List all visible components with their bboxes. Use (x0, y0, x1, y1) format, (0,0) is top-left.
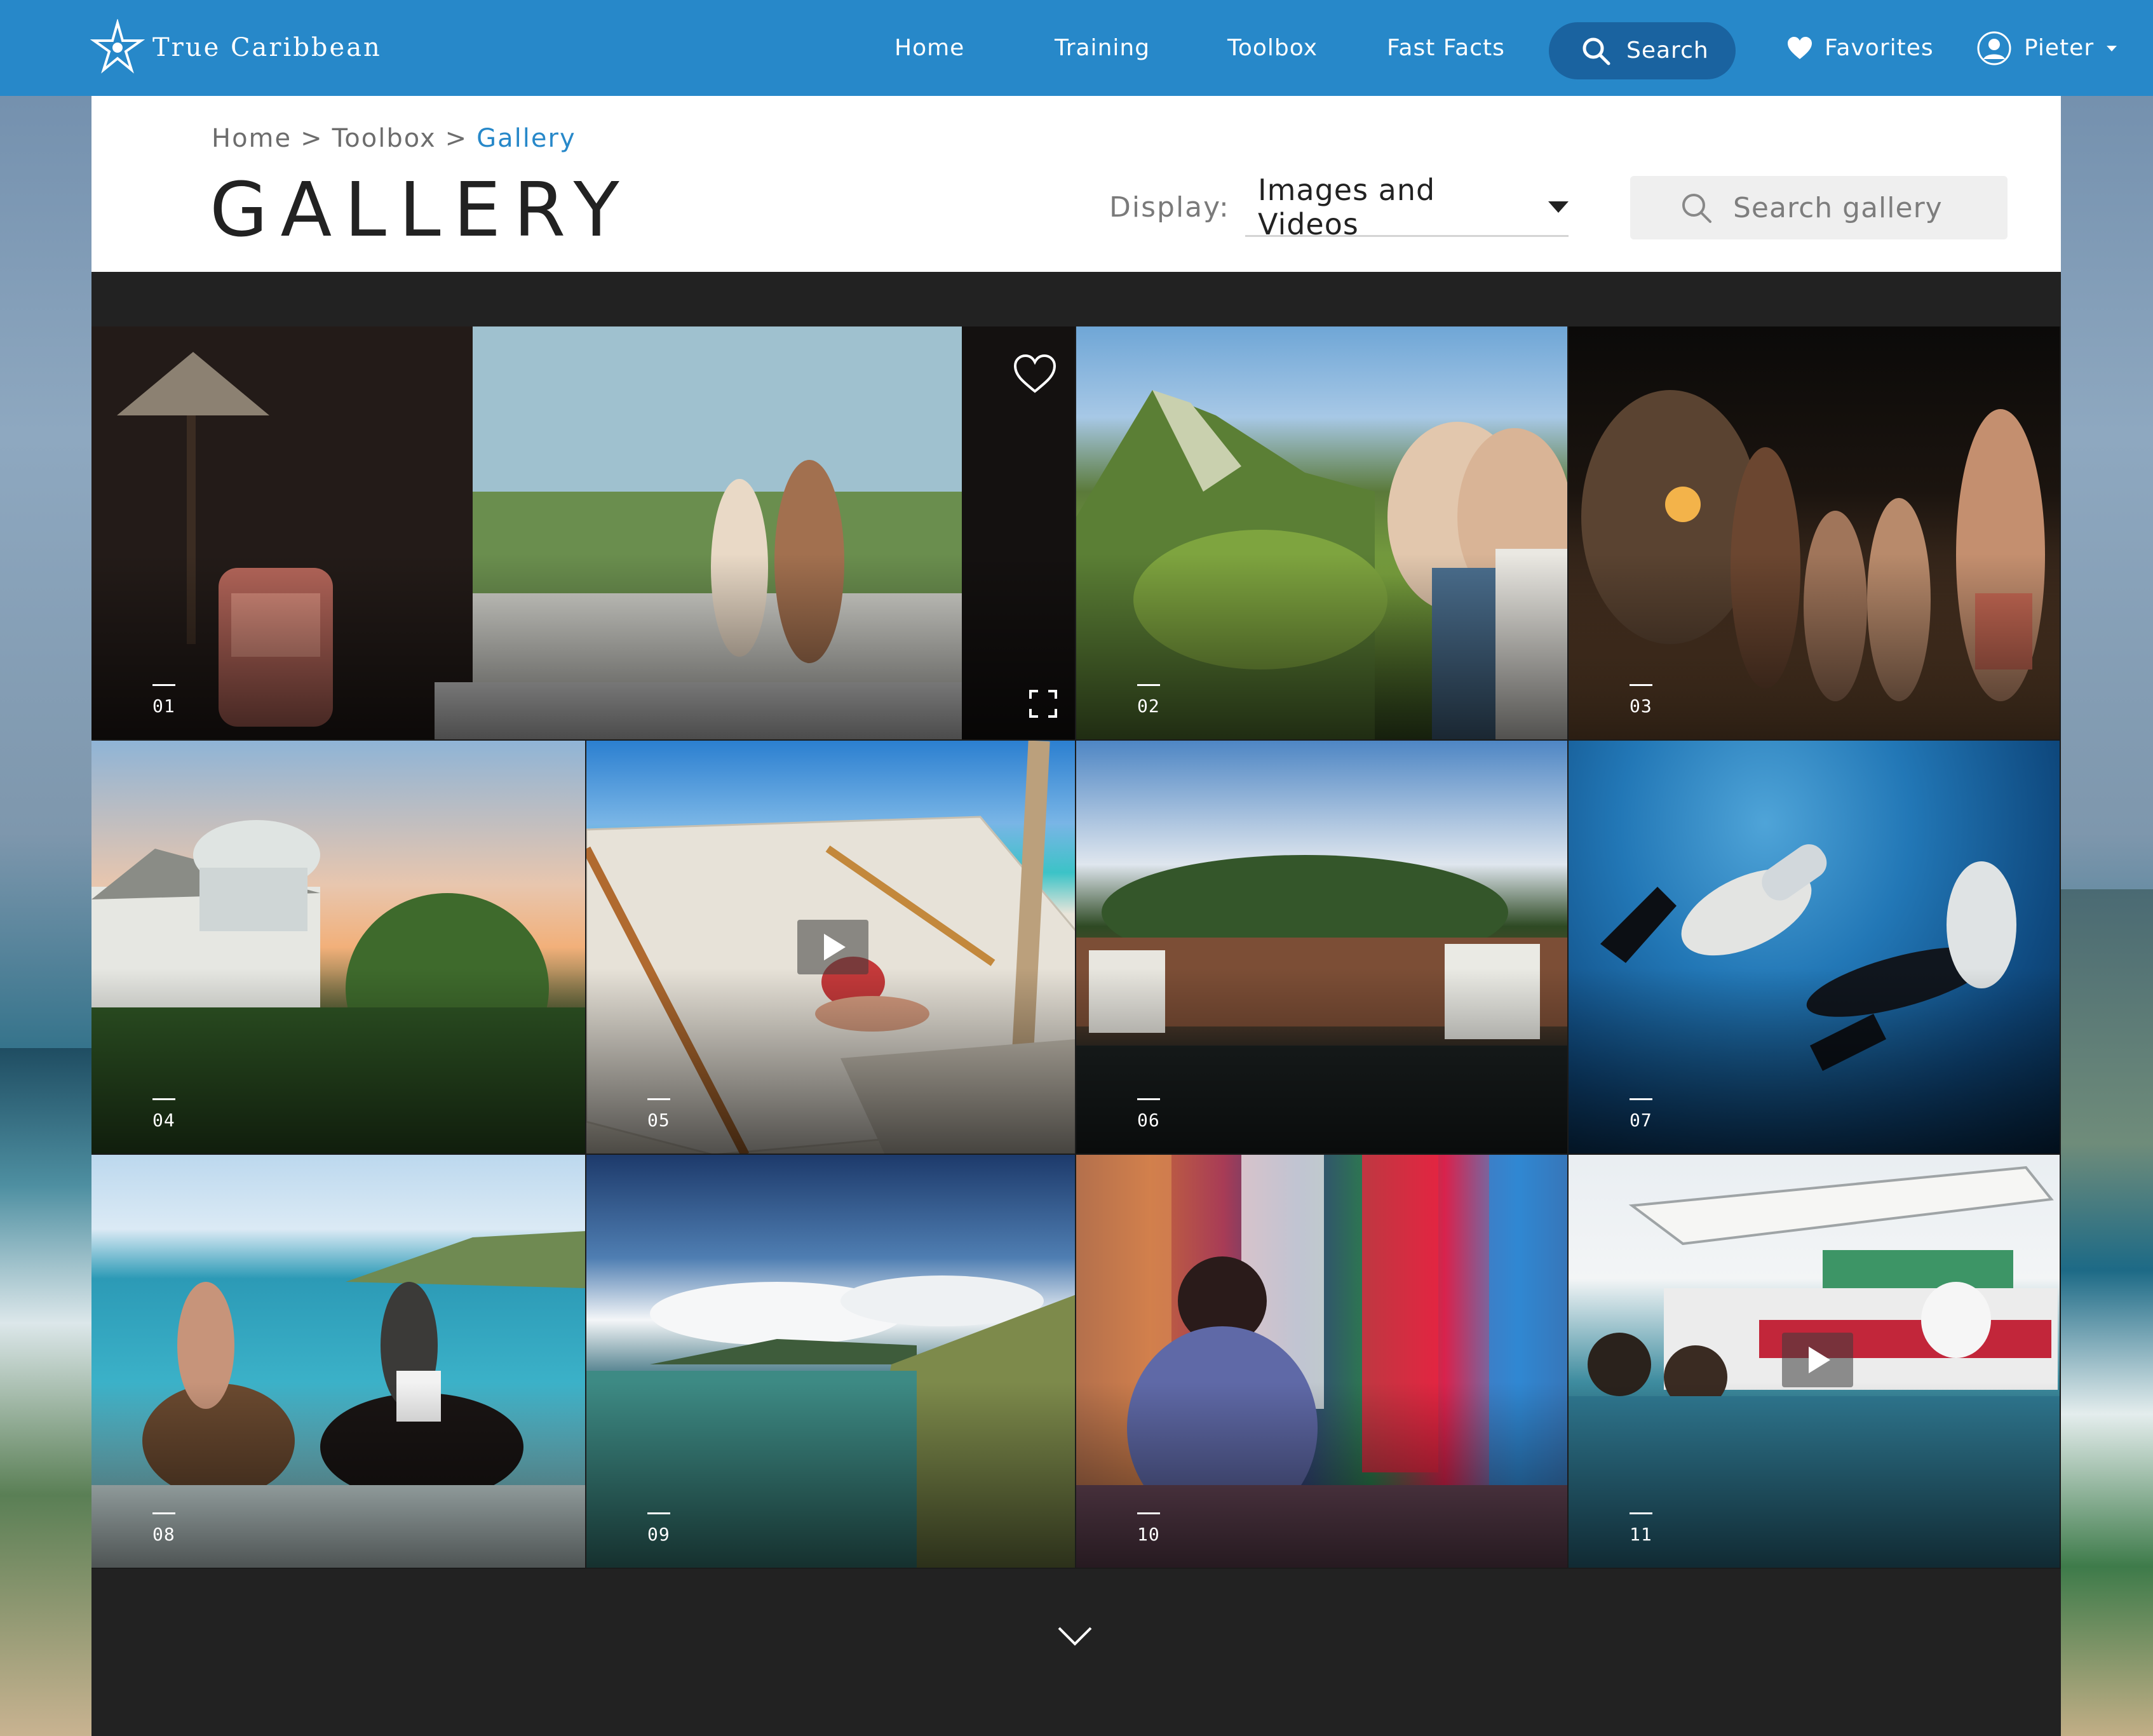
breadcrumb-toolbox[interactable]: Toolbox (332, 124, 436, 153)
play-icon[interactable] (797, 920, 868, 974)
tile-number: 02 (1137, 684, 1160, 717)
tile-number: 07 (1630, 1098, 1652, 1131)
nav-training[interactable]: Training (1055, 25, 1150, 71)
nav-fast-facts[interactable]: Fast Facts (1387, 25, 1505, 71)
tile-number: 09 (647, 1512, 670, 1545)
tile-number: 05 (647, 1098, 670, 1131)
expand-icon[interactable] (1029, 690, 1057, 718)
gallery-header-panel: Home > Toolbox > Gallery GALLERY Display: Im… (91, 96, 2061, 272)
gallery-tile[interactable]: 03 (1569, 326, 2061, 741)
top-navigation-bar: True Caribbean Home Training Toolbox Fas… (0, 0, 2153, 96)
display-filter-dropdown[interactable]: Images and Videos (1245, 173, 1569, 241)
logo-star-icon (90, 19, 145, 74)
tile-gradient-overlay (91, 553, 1075, 739)
heart-icon (1788, 37, 1812, 59)
breadcrumb-current: Gallery (476, 124, 576, 153)
user-menu[interactable]: Pieter (1977, 25, 2117, 71)
gallery-tile[interactable]: 06 (1076, 741, 1569, 1155)
heart-icon[interactable] (1013, 353, 1057, 394)
display-filter-label: Display: (1109, 191, 1230, 224)
nav-search-button[interactable]: Search (1549, 22, 1736, 79)
tile-number: 04 (152, 1098, 175, 1131)
breadcrumb-separator: > (445, 124, 468, 153)
user-name: Pieter (2024, 35, 2095, 61)
play-icon[interactable] (1782, 1333, 1853, 1387)
tile-number: 01 (152, 684, 175, 717)
breadcrumb-separator: > (300, 124, 323, 153)
gallery-tile[interactable]: 04 (91, 741, 586, 1155)
background-scenery-left (0, 1048, 95, 1736)
tile-number: 08 (152, 1512, 175, 1545)
nav-search-label: Search (1626, 37, 1709, 64)
background-scenery-right (2058, 889, 2153, 1736)
tile-number: 10 (1137, 1512, 1160, 1545)
page-title: GALLERY (210, 166, 632, 253)
nav-favorites[interactable]: Favorites (1786, 25, 1934, 71)
search-icon (1682, 194, 1711, 223)
display-filter-value: Images and Videos (1258, 172, 1436, 241)
tile-number: 06 (1137, 1098, 1160, 1131)
gallery-search-input[interactable] (1733, 191, 2000, 224)
caret-down-icon (1548, 201, 1569, 213)
gallery-tile[interactable]: 10 (1076, 1155, 1569, 1569)
brand-name: True Caribbean (152, 33, 382, 62)
nav-favorites-label: Favorites (1825, 35, 1934, 61)
gallery-search-box[interactable] (1630, 176, 2008, 239)
gallery-tile[interactable]: 08 (91, 1155, 586, 1569)
caret-down-icon (2107, 45, 2117, 51)
gallery-tile[interactable]: 11 (1569, 1155, 2061, 1569)
gallery-tile[interactable]: 07 (1569, 741, 2061, 1155)
brand-logo[interactable]: True Caribbean (89, 19, 382, 76)
search-icon (1583, 37, 1610, 65)
breadcrumb: Home > Toolbox > Gallery (212, 124, 576, 153)
gallery-tile[interactable]: 09 (586, 1155, 1076, 1569)
gallery-tile[interactable]: 02 (1076, 326, 1569, 741)
gallery-tile[interactable]: 01 (91, 326, 1076, 741)
chevron-down-icon[interactable] (1057, 1626, 1093, 1646)
user-avatar-icon (1977, 31, 2011, 65)
nav-home[interactable]: Home (894, 25, 964, 71)
tile-number: 11 (1630, 1512, 1652, 1545)
tile-number: 03 (1630, 684, 1652, 717)
nav-toolbox[interactable]: Toolbox (1227, 25, 1318, 71)
breadcrumb-home[interactable]: Home (212, 124, 292, 153)
gallery-tile[interactable]: 05 (586, 741, 1076, 1155)
